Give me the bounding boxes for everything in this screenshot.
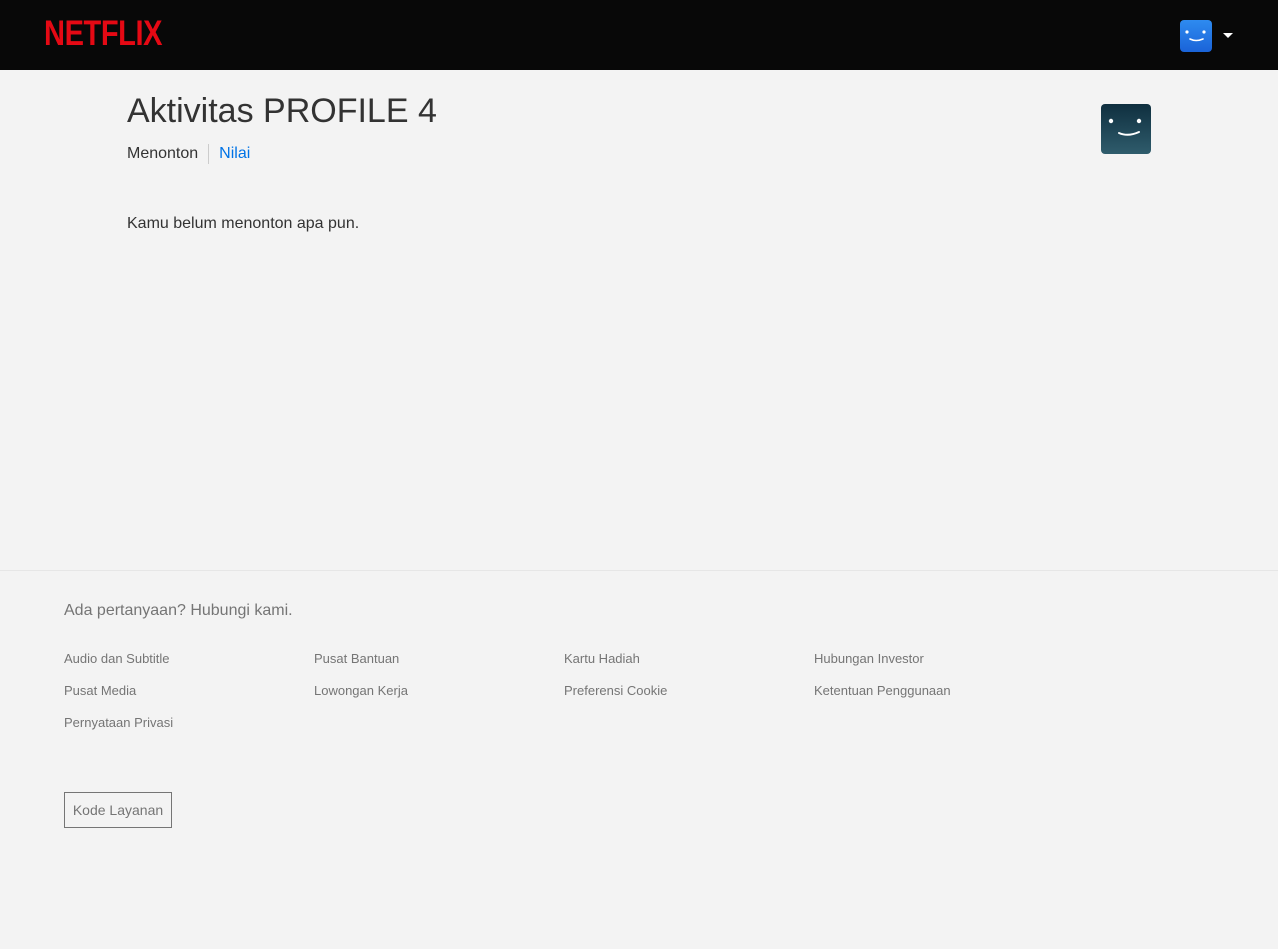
- tab-nilai[interactable]: Nilai: [209, 145, 250, 163]
- footer-link-audio-subtitle[interactable]: Audio dan Subtitle: [64, 651, 314, 667]
- top-nav-bar: NETFLIX: [0, 0, 1278, 70]
- tab-menonton[interactable]: Menonton: [127, 145, 208, 163]
- footer-link-privacy-statement[interactable]: Pernyataan Privasi: [64, 715, 314, 731]
- profile-avatar-button[interactable]: [1180, 20, 1212, 52]
- footer-link-investor-relations[interactable]: Hubungan Investor: [814, 651, 1064, 667]
- service-code-button[interactable]: Kode Layanan: [64, 792, 172, 828]
- footer-links: Audio dan Subtitle Pusat Bantuan Kartu H…: [64, 651, 1064, 731]
- footer-link-media-center[interactable]: Pusat Media: [64, 683, 314, 699]
- footer-link-help-center[interactable]: Pusat Bantuan: [314, 651, 564, 667]
- footer-link-gift-cards[interactable]: Kartu Hadiah: [564, 651, 814, 667]
- empty-activity-message: Kamu belum menonton apa pun.: [127, 215, 360, 232]
- footer-link-cookie-preferences[interactable]: Preferensi Cookie: [564, 683, 814, 699]
- activity-tabs: Menonton Nilai: [127, 144, 250, 164]
- smiley-face-icon: [1185, 30, 1206, 42]
- caret-down-icon[interactable]: [1223, 33, 1233, 38]
- footer-divider: [0, 570, 1278, 571]
- smiley-face-icon: [1108, 118, 1142, 136]
- netflix-logo[interactable]: NETFLIX: [44, 16, 163, 52]
- footer-contact-question[interactable]: Ada pertanyaan? Hubungi kami.: [64, 602, 293, 620]
- footer-link-jobs[interactable]: Lowongan Kerja: [314, 683, 564, 699]
- profile-avatar: [1101, 104, 1151, 154]
- page-title: Aktivitas PROFILE 4: [127, 92, 437, 130]
- footer-link-terms-of-use[interactable]: Ketentuan Penggunaan: [814, 683, 1064, 699]
